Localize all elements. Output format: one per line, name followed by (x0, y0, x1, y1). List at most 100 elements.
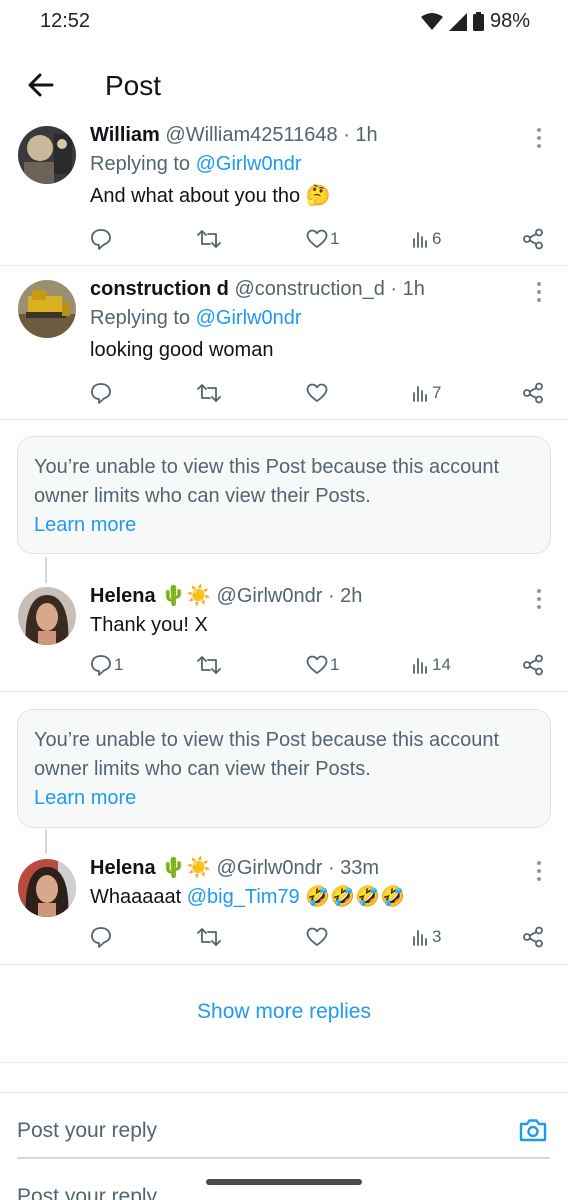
replying-prefix: Replying to (90, 307, 196, 329)
mention-link[interactable]: @Girlw0ndr (196, 307, 302, 329)
views-count: 3 (432, 927, 442, 946)
divider (0, 1062, 568, 1063)
tweet-text: Thank you! X (90, 614, 208, 636)
notice-text: You’re unable to view this Post because … (34, 729, 500, 780)
tweet[interactable]: construction d @construction_d · 1h Repl… (0, 266, 568, 420)
share-button[interactable] (522, 378, 544, 408)
unavailable-notice: You’re unable to view this Post because … (17, 709, 551, 828)
avatar[interactable] (18, 587, 76, 645)
share-button[interactable] (522, 224, 544, 254)
views-button[interactable]: 14 (412, 650, 451, 680)
tweet-text-prefix: Whaaaaat (90, 886, 187, 908)
mention-link[interactable]: @big_Tim79 (187, 886, 300, 908)
avatar[interactable] (18, 280, 76, 338)
retweet-button[interactable] (197, 650, 223, 680)
author-name[interactable]: Helena 🌵☀️ (90, 585, 211, 607)
camera-icon[interactable] (518, 1115, 548, 1145)
views-button[interactable]: 7 (412, 378, 441, 408)
tweet-actions: 7 (90, 378, 544, 408)
author-handle[interactable]: @William42511648 · 1h (165, 124, 377, 146)
avatar[interactable] (18, 126, 76, 184)
reply-icon (91, 383, 111, 404)
share-button[interactable] (522, 650, 544, 680)
show-more-replies-link[interactable]: Show more replies (0, 1000, 568, 1024)
tweet[interactable]: Helena 🌵☀️ @Girlw0ndr · 33m Whaaaaat @bi… (0, 832, 568, 965)
author-name[interactable]: William (90, 124, 160, 146)
reply-button[interactable] (90, 378, 114, 408)
replying-prefix: Replying to (90, 153, 196, 175)
share-button[interactable] (522, 922, 544, 952)
heart-icon (306, 229, 328, 248)
status-bar: 12:52 98% (0, 0, 568, 44)
tweet[interactable]: Helena 🌵☀️ @Girlw0ndr · 2h Thank you! X … (0, 560, 568, 692)
views-icon (413, 658, 427, 674)
reply-button[interactable]: 1 (90, 650, 123, 680)
wifi-icon (420, 12, 443, 30)
retweet-icon (197, 656, 221, 674)
page-title: Post (105, 70, 162, 101)
heart-icon (306, 655, 328, 674)
unavailable-post: You’re unable to view this Post because … (0, 692, 568, 854)
tweet-text: Whaaaaat @big_Tim79 🤣🤣🤣🤣 (90, 881, 528, 913)
share-icon (523, 228, 543, 250)
author-name[interactable]: construction d (90, 278, 229, 300)
like-button[interactable]: 1 (306, 650, 339, 680)
reply-icon (91, 655, 111, 676)
tweet-text-suffix: 🤣🤣🤣🤣 (299, 886, 405, 908)
retweet-icon (197, 230, 221, 248)
reply-button[interactable] (90, 922, 114, 952)
retweet-icon (197, 928, 221, 946)
like-button[interactable]: 1 (306, 224, 339, 254)
more-options-icon[interactable] (532, 587, 546, 611)
author-handle[interactable]: @Girlw0ndr · 33m (217, 857, 380, 879)
unavailable-notice: You’re unable to view this Post because … (17, 436, 551, 554)
views-count: 6 (432, 229, 442, 248)
replying-to: Replying to @Girlw0ndr (90, 148, 528, 180)
reply-input[interactable]: Post your reply (17, 1119, 157, 1143)
learn-more-link[interactable]: Learn more (34, 784, 534, 813)
views-button[interactable]: 6 (412, 224, 441, 254)
like-button[interactable] (306, 922, 330, 952)
tweet[interactable]: William @William42511648 · 1h Replying t… (0, 120, 568, 266)
retweet-button[interactable] (197, 922, 223, 952)
views-button[interactable]: 3 (412, 922, 441, 952)
reply-count: 1 (114, 655, 124, 674)
reply-button[interactable] (90, 224, 114, 254)
author-name[interactable]: Helena 🌵☀️ (90, 857, 211, 879)
home-indicator[interactable] (206, 1179, 362, 1185)
like-button[interactable] (306, 378, 330, 408)
author-handle[interactable]: @Girlw0ndr · 2h (217, 585, 363, 607)
battery-percent: 98% (489, 10, 530, 32)
more-options-icon[interactable] (532, 280, 546, 304)
author-handle[interactable]: @construction_d · 1h (234, 278, 424, 300)
status-time: 12:52 (40, 10, 91, 32)
tweet-text: looking good woman (90, 339, 274, 361)
reply-input-underline (17, 1157, 550, 1159)
arrow-left-icon[interactable] (26, 70, 56, 100)
learn-more-link[interactable]: Learn more (34, 511, 534, 540)
views-icon (413, 386, 427, 402)
heart-icon (306, 927, 328, 946)
retweet-button[interactable] (197, 378, 223, 408)
reply-feed: William @William42511648 · 1h Replying t… (0, 120, 568, 965)
views-count: 14 (432, 655, 451, 674)
avatar[interactable] (18, 859, 76, 917)
tweet-text: And what about you tho 🤔 (90, 185, 331, 207)
more-options-icon[interactable] (532, 859, 546, 883)
heart-icon (306, 383, 328, 402)
retweet-icon (197, 384, 221, 402)
share-icon (523, 654, 543, 676)
unavailable-post: You’re unable to view this Post because … (0, 420, 568, 583)
views-count: 7 (432, 383, 442, 402)
more-options-icon[interactable] (532, 126, 546, 150)
retweet-button[interactable] (197, 224, 223, 254)
tweet-actions: 1 6 (90, 224, 544, 254)
notice-text: You’re unable to view this Post because … (34, 456, 500, 507)
battery-icon (472, 12, 484, 31)
mention-link[interactable]: @Girlw0ndr (196, 153, 302, 175)
app-header: Post (0, 56, 568, 116)
tweet-actions: 1 1 14 (90, 650, 544, 680)
tweet-actions: 3 (90, 922, 544, 952)
reply-icon (91, 927, 111, 948)
signal-icon (448, 12, 467, 31)
